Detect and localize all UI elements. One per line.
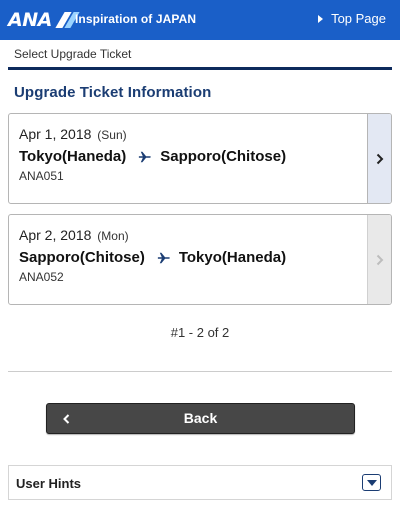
breadcrumb: Select Upgrade Ticket <box>14 47 132 61</box>
back-button[interactable]: Back <box>46 403 355 434</box>
divider <box>8 371 392 372</box>
flight-day: (Sun) <box>97 128 127 142</box>
flight-card-chevron[interactable] <box>367 114 391 203</box>
flight-card-chevron-disabled <box>367 215 391 304</box>
site-header: ANA Inspiration of JAPAN Top Page <box>0 0 400 40</box>
chevron-down-icon <box>366 479 377 486</box>
chevron-left-icon <box>63 414 70 424</box>
flight-card[interactable]: Apr 1, 2018 (Sun) Tokyo(Haneda) Sapporo(… <box>8 113 392 204</box>
flight-route: Sapporo(Chitose) Tokyo(Haneda) <box>19 249 361 266</box>
airplane-icon <box>139 151 152 162</box>
flight-destination: Sapporo(Chitose) <box>160 148 287 165</box>
airplane-icon <box>157 252 170 263</box>
breadcrumb-divider <box>8 67 392 70</box>
tagline: Inspiration of JAPAN <box>75 12 197 26</box>
flight-card-body: Apr 1, 2018 (Sun) Tokyo(Haneda) Sapporo(… <box>19 126 361 183</box>
flight-date: Apr 2, 2018 <box>19 227 92 243</box>
logo-text: ANA <box>8 9 52 31</box>
flight-date: Apr 1, 2018 <box>19 126 92 142</box>
flight-date-line: Apr 2, 2018 (Mon) <box>19 227 361 243</box>
flight-card-body: Apr 2, 2018 (Mon) Sapporo(Chitose) Tokyo… <box>19 227 361 284</box>
top-page-link[interactable]: Top Page <box>318 11 386 26</box>
flight-destination: Tokyo(Haneda) <box>178 249 287 266</box>
user-hints-toggle[interactable] <box>362 474 381 491</box>
chevron-right-icon <box>376 153 383 164</box>
section-title: Upgrade Ticket Information <box>14 84 212 101</box>
user-hints-label: User Hints <box>16 476 82 491</box>
chevron-right-icon <box>376 254 383 265</box>
ana-logo[interactable]: ANA <box>8 9 80 31</box>
flight-origin: Tokyo(Haneda) <box>19 148 127 165</box>
flight-route: Tokyo(Haneda) Sapporo(Chitose) <box>19 148 361 165</box>
top-page-label: Top Page <box>331 11 386 26</box>
flight-number: ANA052 <box>19 270 64 284</box>
flight-day: (Mon) <box>97 229 129 243</box>
flight-origin: Sapporo(Chitose) <box>19 249 145 266</box>
flight-number: ANA051 <box>19 169 64 183</box>
flight-card: Apr 2, 2018 (Mon) Sapporo(Chitose) Tokyo… <box>8 214 392 305</box>
user-hints-panel[interactable]: User Hints <box>8 465 392 500</box>
triangle-right-icon <box>318 14 324 23</box>
flight-date-line: Apr 1, 2018 (Sun) <box>19 126 361 142</box>
back-button-label: Back <box>183 410 218 426</box>
pagination-info: #1 - 2 of 2 <box>170 325 230 340</box>
